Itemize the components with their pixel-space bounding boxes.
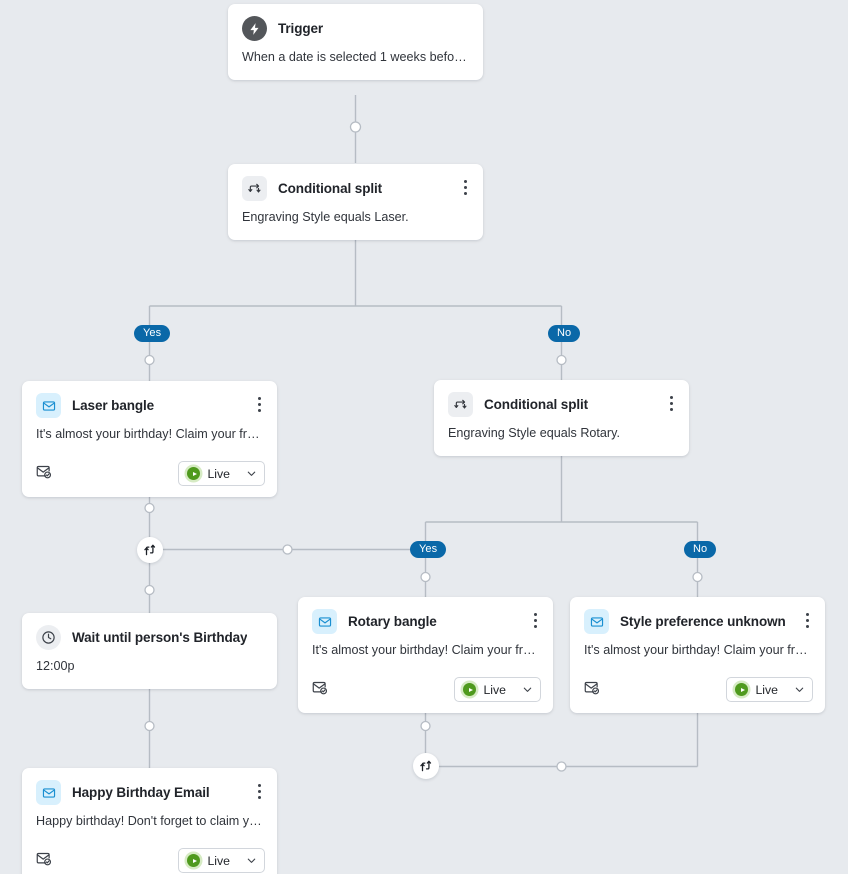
lightning-bolt-icon xyxy=(242,16,267,41)
kebab-dot xyxy=(464,192,467,195)
email-icon xyxy=(312,609,337,634)
style-unknown-description: It's almost your birthday! Claim your fr… xyxy=(570,634,825,657)
email-icon xyxy=(36,780,61,805)
wait-title: Wait until person's Birthday xyxy=(72,630,247,645)
wait-description: 12:00p xyxy=(22,650,277,689)
split-laser-title: Conditional split xyxy=(278,181,382,196)
split-rotary-description: Engraving Style equals Rotary. xyxy=(434,417,689,456)
split-laser-menu-button[interactable] xyxy=(457,177,473,197)
kebab-dot xyxy=(258,397,261,400)
live-status-icon xyxy=(187,467,200,480)
rotary-bangle-status-label: Live xyxy=(483,683,506,697)
happy-birthday-header: Happy Birthday Email xyxy=(22,768,277,805)
workflow-canvas[interactable]: Trigger When a date is selected 1 weeks … xyxy=(0,0,848,874)
rotary-bangle-description: It's almost your birthday! Claim your fr… xyxy=(298,634,553,657)
email-check-icon xyxy=(36,464,51,484)
trigger-description: When a date is selected 1 weeks before p… xyxy=(228,41,483,80)
rotary-bangle-menu-button[interactable] xyxy=(527,610,543,630)
node-conditional-split-laser[interactable]: Conditional split Engraving Style equals… xyxy=(228,164,483,240)
kebab-dot xyxy=(806,613,809,616)
conditional-split-icon xyxy=(448,392,473,417)
split-rotary-menu-button[interactable] xyxy=(663,393,679,413)
chevron-down-icon xyxy=(246,855,257,866)
style-unknown-menu-button[interactable] xyxy=(799,610,815,630)
merge-node-left[interactable] xyxy=(137,537,163,563)
style-unknown-title: Style preference unknown xyxy=(620,614,786,629)
kebab-dot xyxy=(534,613,537,616)
kebab-dot xyxy=(258,403,261,406)
merge-paths-icon xyxy=(143,543,157,557)
merge-paths-icon xyxy=(419,759,433,773)
node-trigger[interactable]: Trigger When a date is selected 1 weeks … xyxy=(228,4,483,80)
node-wait-until-birthday[interactable]: Wait until person's Birthday 12:00p xyxy=(22,613,277,689)
chevron-down-icon xyxy=(246,468,257,479)
node-conditional-split-rotary[interactable]: Conditional split Engraving Style equals… xyxy=(434,380,689,456)
kebab-dot xyxy=(670,396,673,399)
kebab-dot xyxy=(258,784,261,787)
happy-birthday-status-dropdown[interactable]: Live xyxy=(178,848,265,873)
split-rotary-header: Conditional split xyxy=(434,380,689,417)
laser-bangle-menu-button[interactable] xyxy=(251,394,267,414)
rotary-bangle-status-dropdown[interactable]: Live xyxy=(454,677,541,702)
email-icon xyxy=(36,393,61,418)
happy-birthday-status-label: Live xyxy=(207,854,230,868)
kebab-dot xyxy=(258,796,261,799)
node-style-preference-unknown[interactable]: Style preference unknown It's almost you… xyxy=(570,597,825,713)
conditional-split-icon xyxy=(242,176,267,201)
kebab-dot xyxy=(534,625,537,628)
chevron-down-icon xyxy=(794,684,805,695)
kebab-dot xyxy=(258,790,261,793)
kebab-dot xyxy=(464,180,467,183)
chevron-down-icon xyxy=(522,684,533,695)
laser-bangle-status-dropdown[interactable]: Live xyxy=(178,461,265,486)
live-status-icon xyxy=(187,854,200,867)
wait-header: Wait until person's Birthday xyxy=(22,613,277,650)
branch-label-no-rotary[interactable]: No xyxy=(684,541,716,558)
kebab-dot xyxy=(806,619,809,622)
kebab-dot xyxy=(806,625,809,628)
style-unknown-status-dropdown[interactable]: Live xyxy=(726,677,813,702)
happy-birthday-description: Happy birthday! Don't forget to claim yo… xyxy=(22,805,277,828)
node-rotary-bangle[interactable]: Rotary bangle It's almost your birthday!… xyxy=(298,597,553,713)
split-laser-header: Conditional split xyxy=(228,164,483,201)
style-unknown-footer: Live xyxy=(570,667,825,713)
branch-label-yes-rotary[interactable]: Yes xyxy=(410,541,446,558)
kebab-dot xyxy=(534,619,537,622)
kebab-dot xyxy=(670,408,673,411)
happy-birthday-title: Happy Birthday Email xyxy=(72,785,210,800)
rotary-bangle-header: Rotary bangle xyxy=(298,597,553,634)
kebab-dot xyxy=(464,186,467,189)
rotary-bangle-title: Rotary bangle xyxy=(348,614,437,629)
clock-icon xyxy=(36,625,61,650)
style-unknown-header: Style preference unknown xyxy=(570,597,825,634)
trigger-header: Trigger xyxy=(228,4,483,41)
email-check-icon xyxy=(584,680,599,700)
email-icon xyxy=(584,609,609,634)
trigger-title: Trigger xyxy=(278,21,323,36)
branch-label-no-laser[interactable]: No xyxy=(548,325,580,342)
laser-bangle-status-label: Live xyxy=(207,467,230,481)
laser-bangle-footer: Live xyxy=(22,451,277,497)
happy-birthday-menu-button[interactable] xyxy=(251,781,267,801)
laser-bangle-header: Laser bangle xyxy=(22,381,277,418)
live-status-icon xyxy=(463,683,476,696)
branch-label-yes-laser[interactable]: Yes xyxy=(134,325,170,342)
email-check-icon xyxy=(312,680,327,700)
kebab-dot xyxy=(258,409,261,412)
split-rotary-title: Conditional split xyxy=(484,397,588,412)
laser-bangle-title: Laser bangle xyxy=(72,398,154,413)
rotary-bangle-footer: Live xyxy=(298,667,553,713)
laser-bangle-description: It's almost your birthday! Claim your fr… xyxy=(22,418,277,441)
node-laser-bangle[interactable]: Laser bangle It's almost your birthday! … xyxy=(22,381,277,497)
kebab-dot xyxy=(670,402,673,405)
happy-birthday-footer: Live xyxy=(22,838,277,874)
split-laser-description: Engraving Style equals Laser. xyxy=(228,201,483,240)
merge-node-right[interactable] xyxy=(413,753,439,779)
email-check-icon xyxy=(36,851,51,871)
node-happy-birthday-email[interactable]: Happy Birthday Email Happy birthday! Don… xyxy=(22,768,277,874)
live-status-icon xyxy=(735,683,748,696)
style-unknown-status-label: Live xyxy=(755,683,778,697)
